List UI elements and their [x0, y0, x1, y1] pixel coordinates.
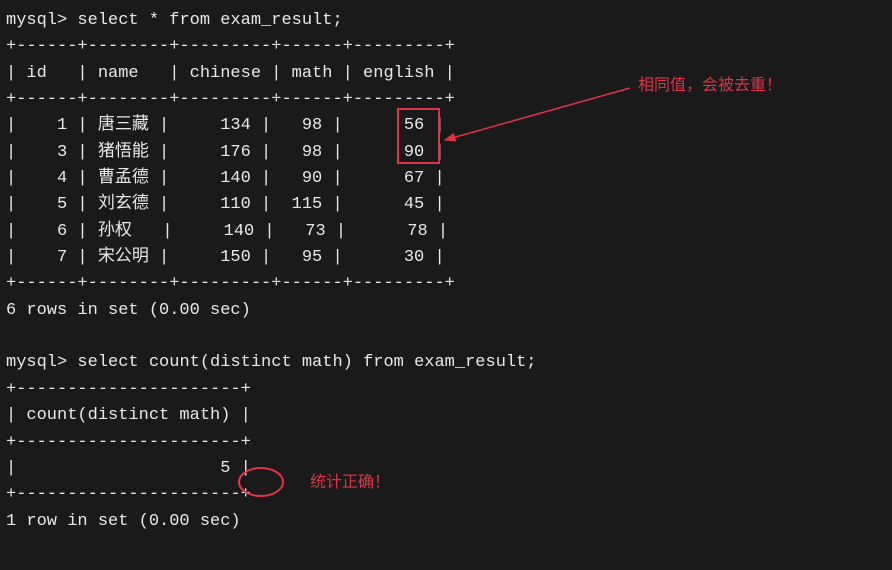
table2-border-bottom: +----------------------+ [6, 482, 886, 508]
table2-border-mid: +----------------------+ [6, 430, 886, 456]
table1-row: | 6 | 孙权 | 140 | 73 | 78 | [6, 219, 886, 245]
table1-row: | 5 | 刘玄德 | 110 | 115 | 45 | [6, 192, 886, 218]
query2-line: mysql> select count(distinct math) from … [6, 350, 886, 376]
table1-border-top: +------+--------+---------+------+------… [6, 34, 886, 60]
table1-border-bottom: +------+--------+---------+------+------… [6, 271, 886, 297]
query1-line: mysql> select * from exam_result; [6, 8, 886, 34]
annotation-dedup: 相同值，会被去重！ [638, 74, 782, 99]
table1-row: | 3 | 猪悟能 | 176 | 98 | 90 | [6, 140, 886, 166]
query1-footer: 6 rows in set (0.00 sec) [6, 298, 886, 324]
table1-row: | 4 | 曹孟德 | 140 | 90 | 67 | [6, 166, 886, 192]
mysql-prompt: mysql> [6, 353, 77, 372]
sql-statement: select count(distinct math) from exam_re… [77, 353, 536, 372]
annotation-correct: 统计正确！ [310, 471, 390, 496]
sql-statement: select * from exam_result; [77, 11, 342, 30]
blank-line [6, 324, 886, 350]
table2-row: | 5 | [6, 456, 886, 482]
table1-row: | 1 | 唐三藏 | 134 | 98 | 56 | [6, 113, 886, 139]
table2-border-top: +----------------------+ [6, 377, 886, 403]
query2-footer: 1 row in set (0.00 sec) [6, 509, 886, 535]
mysql-prompt: mysql> [6, 11, 77, 30]
table1-row: | 7 | 宋公明 | 150 | 95 | 30 | [6, 245, 886, 271]
table2-header: | count(distinct math) | [6, 403, 886, 429]
